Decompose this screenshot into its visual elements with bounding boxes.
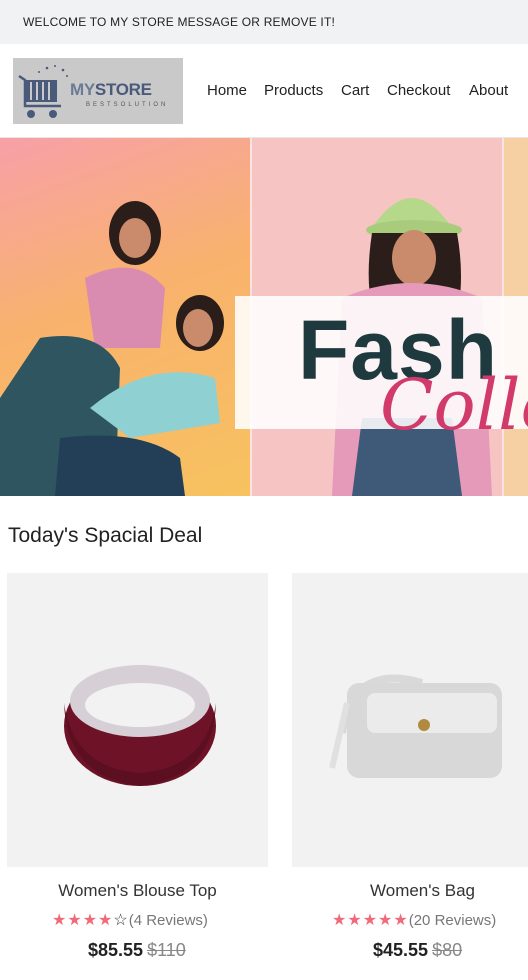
announcement-bar: WELCOME TO MY STORE MESSAGE OR REMOVE IT… — [0, 0, 528, 44]
review-count: (20 Reviews) — [408, 912, 497, 929]
original-price: $80 — [432, 940, 463, 960]
cart-logo-icon — [18, 65, 68, 118]
nav-about[interactable]: About — [469, 82, 508, 99]
nav-cart[interactable]: Cart — [341, 82, 369, 99]
product-price: $45.55 $80 — [373, 940, 462, 961]
nav-products[interactable]: Products — [264, 82, 323, 99]
nav-checkout[interactable]: Checkout — [387, 82, 450, 99]
original-price: $110 — [147, 940, 186, 960]
product-name[interactable]: Women's Bag — [292, 881, 528, 901]
rating-stars-full: ★★★★ — [52, 912, 114, 929]
section-title: Today's Spacial Deal — [8, 524, 203, 547]
store-logo[interactable]: MYSTORE BESTSOLUTION — [13, 58, 183, 124]
logo-wordmark: MYSTORE — [70, 80, 152, 99]
nav-home[interactable]: Home — [207, 82, 247, 99]
product-image-card[interactable] — [7, 573, 268, 867]
hero-script-text: Colle — [380, 364, 528, 446]
site-header: MYSTORE BESTSOLUTION Home Products Cart … — [0, 44, 528, 138]
sale-price: $85.55 — [88, 940, 144, 960]
product-image-card[interactable] — [292, 573, 528, 867]
models-illustration — [0, 201, 224, 496]
rating-stars-full: ★★★★★ — [332, 912, 409, 929]
product-rating: ★★★★★(20 Reviews) — [332, 910, 496, 930]
review-count: (4 Reviews) — [128, 912, 208, 929]
headband-image — [64, 665, 216, 786]
announcement-text: WELCOME TO MY STORE MESSAGE OR REMOVE IT… — [23, 15, 336, 29]
rating-stars-empty: ☆ — [113, 912, 129, 929]
product-price: $85.55 $110 — [88, 940, 186, 961]
hero-banner[interactable]: Fash Colle — [0, 138, 528, 496]
hero-image-models — [0, 138, 250, 496]
sale-price: $45.55 — [373, 940, 429, 960]
bag-image — [329, 674, 502, 778]
product-name[interactable]: Women's Blouse Top — [7, 881, 268, 901]
product-rating: ★★★★☆(4 Reviews) — [52, 910, 208, 930]
logo-tagline: BESTSOLUTION — [86, 102, 169, 108]
